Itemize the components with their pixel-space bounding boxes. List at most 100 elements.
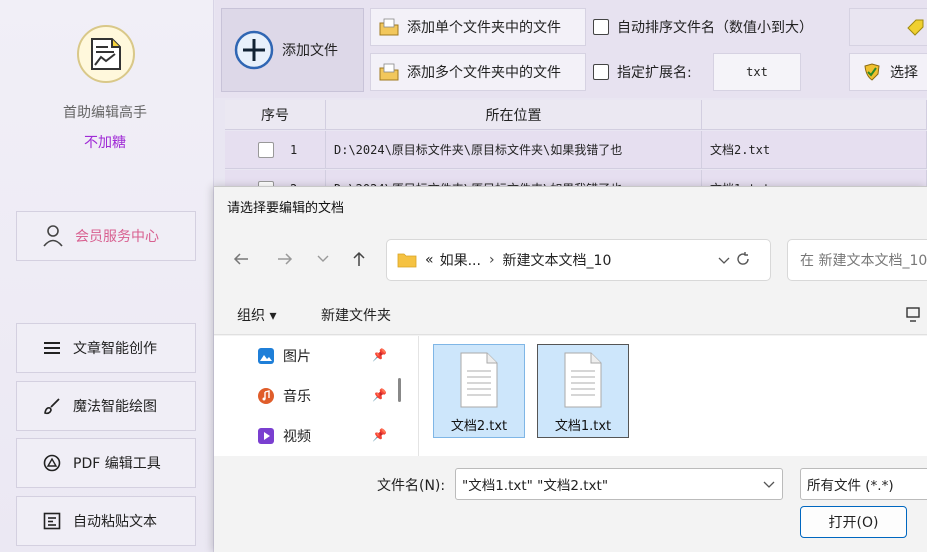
pdf-icon [43, 454, 61, 472]
magic-drawing-label: 魔法智能绘图 [73, 399, 157, 415]
table-row[interactable]: 1 D:\2024\原目标文件夹\原目标文件夹\如果我错了也 文档2.txt [225, 131, 927, 169]
extension-input[interactable]: txt [713, 53, 801, 91]
select-button[interactable]: 选择 [849, 53, 927, 91]
vip-service-label: 会员服务中心 [75, 229, 159, 245]
auto-paste-button[interactable]: 自动粘贴文本 [16, 496, 196, 546]
filename-input[interactable]: "文档1.txt" "文档2.txt" [455, 468, 783, 500]
recent-dropdown-button[interactable] [312, 249, 334, 269]
plus-circle-icon [234, 30, 274, 70]
article-creation-button[interactable]: 文章智能创作 [16, 323, 196, 373]
chevron-down-icon[interactable] [718, 257, 730, 265]
folder-icon [379, 18, 399, 36]
nav-item-label: 音乐 [283, 389, 311, 405]
auto-sort-label: 自动排序文件名（数值小到大） [617, 20, 813, 36]
select-label: 选择 [890, 65, 918, 81]
open-file-dialog: 请选择要编辑的文档 « 如果... › 新建文本文档_10 在 新建文本文档_1… [214, 186, 927, 552]
file-name: 文档1.txt [554, 419, 612, 434]
file-item[interactable]: 文档1.txt [537, 344, 629, 438]
table-header: 序号 所在位置 [225, 100, 927, 130]
forward-button[interactable] [274, 249, 296, 269]
path-segment-current[interactable]: 新建文本文档_10 [503, 250, 612, 270]
tag-button[interactable] [849, 8, 927, 46]
refresh-icon [737, 252, 749, 265]
pin-icon: 📌 [372, 388, 387, 402]
ext-label: 指定扩展名: [617, 65, 692, 81]
filename-value: "文档1.txt" "文档2.txt" [462, 478, 609, 494]
pdf-tool-label: PDF 编辑工具 [73, 456, 161, 472]
checkbox-box[interactable] [593, 64, 609, 80]
magic-drawing-button[interactable]: 魔法智能绘图 [16, 381, 196, 431]
navigation-pane: 图片 📌 音乐 📌 视频 📌 [214, 336, 418, 456]
lines-icon [44, 342, 60, 354]
row-location: D:\2024\原目标文件夹\原目标文件夹\如果我错了也 [326, 131, 702, 169]
shield-check-icon [864, 63, 880, 81]
add-single-folder-button[interactable]: 添加单个文件夹中的文件 [370, 8, 586, 46]
organize-button[interactable]: 组织 ▾ [237, 305, 276, 325]
pictures-icon [258, 348, 274, 364]
nav-item-music[interactable]: 音乐 [258, 386, 311, 406]
article-creation-label: 文章智能创作 [73, 341, 157, 357]
tag-icon [907, 19, 924, 36]
add-multi-folder-button[interactable]: 添加多个文件夹中的文件 [370, 53, 586, 91]
file-item[interactable]: 文档2.txt [433, 344, 525, 438]
toolbar: 添加文件 添加单个文件夹中的文件 添加多个文件夹中的文件 自动排序文件名（数值小… [215, 0, 927, 98]
music-icon [258, 388, 274, 404]
row-index: 1 [290, 142, 298, 157]
new-folder-button[interactable]: 新建文件夹 [321, 305, 391, 325]
up-button[interactable] [348, 249, 370, 269]
open-button[interactable]: 打开(O) [800, 506, 907, 538]
add-file-label: 添加文件 [282, 43, 338, 59]
nav-item-label: 视频 [283, 429, 311, 445]
refresh-button[interactable] [735, 251, 751, 271]
auto-paste-label: 自动粘贴文本 [73, 514, 157, 530]
pdf-tool-button[interactable]: PDF 编辑工具 [16, 438, 196, 488]
header-location[interactable]: 所在位置 [326, 100, 702, 130]
chevron-down-icon [317, 255, 329, 262]
header-index[interactable]: 序号 [225, 100, 326, 130]
vip-service-button[interactable]: 会员服务中心 [16, 211, 196, 261]
search-input[interactable]: 在 新建文本文档_10 [787, 239, 927, 281]
nav-scrollbar[interactable] [398, 378, 401, 402]
document-chart-icon [91, 38, 121, 70]
filetype-select[interactable]: 所有文件 (*.*) [800, 468, 927, 500]
nav-item-pictures[interactable]: 图片 [258, 346, 311, 366]
folder-icon [379, 63, 399, 81]
pin-icon: 📌 [372, 428, 387, 442]
auto-sort-checkbox[interactable]: 自动排序文件名（数值小到大） [593, 17, 813, 37]
view-options-button[interactable] [906, 307, 920, 327]
back-button[interactable] [230, 249, 252, 269]
monitor-icon [906, 307, 920, 322]
user-icon [43, 225, 63, 247]
user-name[interactable]: 不加糖 [0, 132, 210, 152]
arrow-left-icon [233, 253, 248, 265]
add-multi-folder-label: 添加多个文件夹中的文件 [407, 65, 561, 81]
path-segment-parent[interactable]: 如果... [440, 250, 481, 270]
command-bar: 组织 ▾ 新建文件夹 [214, 295, 927, 335]
arrow-up-icon [353, 251, 365, 266]
filename-label: 文件名(N): [377, 478, 446, 494]
pin-icon: 📌 [372, 348, 387, 362]
dialog-title: 请选择要编辑的文档 [227, 201, 345, 216]
videos-icon [258, 428, 274, 444]
checkbox-box[interactable] [593, 19, 609, 35]
path-separator: › [488, 252, 495, 268]
folder-icon [397, 253, 417, 268]
nav-item-label: 图片 [283, 349, 311, 365]
ext-checkbox[interactable]: 指定扩展名: [593, 62, 692, 82]
header-name[interactable] [702, 100, 927, 130]
row-checkbox[interactable] [258, 141, 274, 158]
chevron-down-icon[interactable] [763, 481, 775, 489]
text-file-icon [564, 352, 602, 408]
dialog-footer: 文件名(N): "文档1.txt" "文档2.txt" 所有文件 (*.*) 打… [214, 457, 927, 552]
row-index-cell: 1 [225, 131, 326, 169]
app-logo [77, 25, 135, 83]
nav-item-videos[interactable]: 视频 [258, 426, 311, 446]
file-name: 文档2.txt [450, 419, 508, 434]
app-name: 首助编辑高手 [63, 105, 147, 121]
sidebar: 首助编辑高手 不加糖 会员服务中心 文章智能创作 魔法智能绘图 PDF 编辑工具 [0, 0, 214, 552]
arrow-right-icon [278, 253, 293, 265]
address-bar[interactable]: « 如果... › 新建文本文档_10 [386, 239, 771, 281]
add-file-button[interactable]: 添加文件 [221, 8, 364, 92]
path-overflow[interactable]: « [425, 252, 434, 268]
add-single-folder-label: 添加单个文件夹中的文件 [407, 20, 561, 36]
